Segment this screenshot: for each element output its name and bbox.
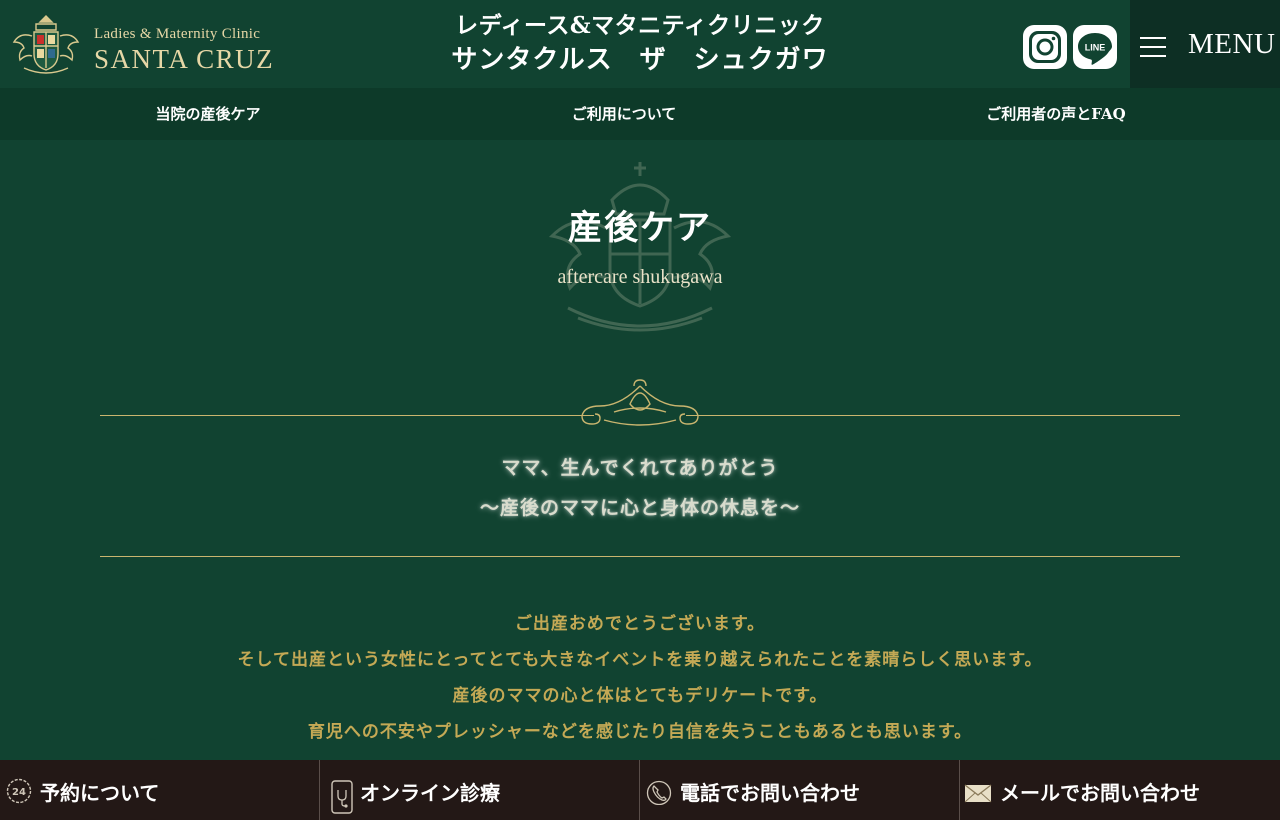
intro-line-4: 育児への不安やプレッシャーなどを感じたり自信を失うこともあるとも思います。 — [307, 722, 973, 742]
svg-text:24: 24 — [12, 787, 26, 798]
instagram-link[interactable] — [1022, 24, 1068, 70]
reservation-label: 予約について — [40, 781, 160, 805]
logo-title: SANTA CRUZ — [94, 44, 275, 74]
instagram-icon — [1023, 25, 1067, 69]
bottom-action-bar: 24 予約について オンライン診療 電話でお問い合わせ メールでお問い合わせ — [0, 760, 1280, 820]
clinic-name-line2: サンタクルス ザ シュクガワ — [451, 45, 829, 75]
page-subtitle: aftercare shukugawa — [557, 266, 723, 288]
sub-navigation: 当院の産後ケア ご利用について ご利用者の声とFAQ — [0, 88, 1280, 140]
menu-label: MENU — [1188, 28, 1276, 60]
page-title: 産後ケア — [568, 208, 712, 248]
crest-icon — [12, 15, 80, 74]
mail-contact-button[interactable]: メールでお問い合わせ — [960, 760, 1279, 820]
clock-24-icon: 24 — [6, 778, 32, 804]
menu-button[interactable]: MENU — [1130, 0, 1280, 88]
line-link[interactable]: LINE — [1072, 24, 1118, 70]
ornament-icon — [581, 379, 699, 426]
online-consultation-button[interactable]: オンライン診療 — [320, 760, 640, 820]
intro-line-3: 産後のママの心と体はとてもデリケートです。 — [452, 686, 828, 706]
hamburger-icon — [1140, 37, 1166, 57]
intro-line-2: そして出産という女性にとってとても大きなイベントを乗り越えられたことを素晴らしく… — [237, 650, 1043, 670]
logo-subtitle: Ladies & Maternity Clinic — [94, 26, 261, 42]
mail-contact-label: メールでお問い合わせ — [1000, 781, 1200, 805]
intro-line-1: ご出産おめでとうございます。 — [514, 614, 766, 634]
phone-contact-label: 電話でお問い合わせ — [680, 781, 860, 805]
phone-contact-button[interactable]: 電話でお問い合わせ — [640, 760, 960, 820]
mail-icon — [964, 784, 992, 803]
phone-icon — [646, 780, 672, 805]
phone-stethoscope-icon — [331, 780, 353, 814]
clinic-name: レディース&マタニティクリニック サンタクルス ザ シュクガワ — [440, 10, 840, 78]
site-header: Ladies & Maternity Clinic SANTA CRUZ レディ… — [0, 0, 1280, 88]
clinic-name-line1: レディース&マタニティクリニック — [455, 12, 825, 39]
line-icon-text: LINE — [1085, 43, 1106, 53]
tagline-line2: 〜産後のママに心と身体の休息を〜 — [479, 497, 800, 519]
online-consultation-label: オンライン診療 — [360, 781, 500, 805]
subnav-item-usage[interactable]: ご利用について — [474, 88, 774, 140]
reservation-button[interactable]: 24 予約について — [0, 760, 320, 820]
line-icon: LINE — [1073, 25, 1117, 69]
clinic-logo[interactable]: Ladies & Maternity Clinic SANTA CRUZ — [10, 10, 300, 78]
tagline-line1: ママ、生んでくれてありがとう — [501, 457, 779, 479]
divider-bottom — [100, 556, 1180, 557]
subnav-item-voices-faq[interactable]: ご利用者の声とFAQ — [906, 88, 1206, 140]
subnav-item-aftercare[interactable]: 当院の産後ケア — [58, 88, 358, 140]
